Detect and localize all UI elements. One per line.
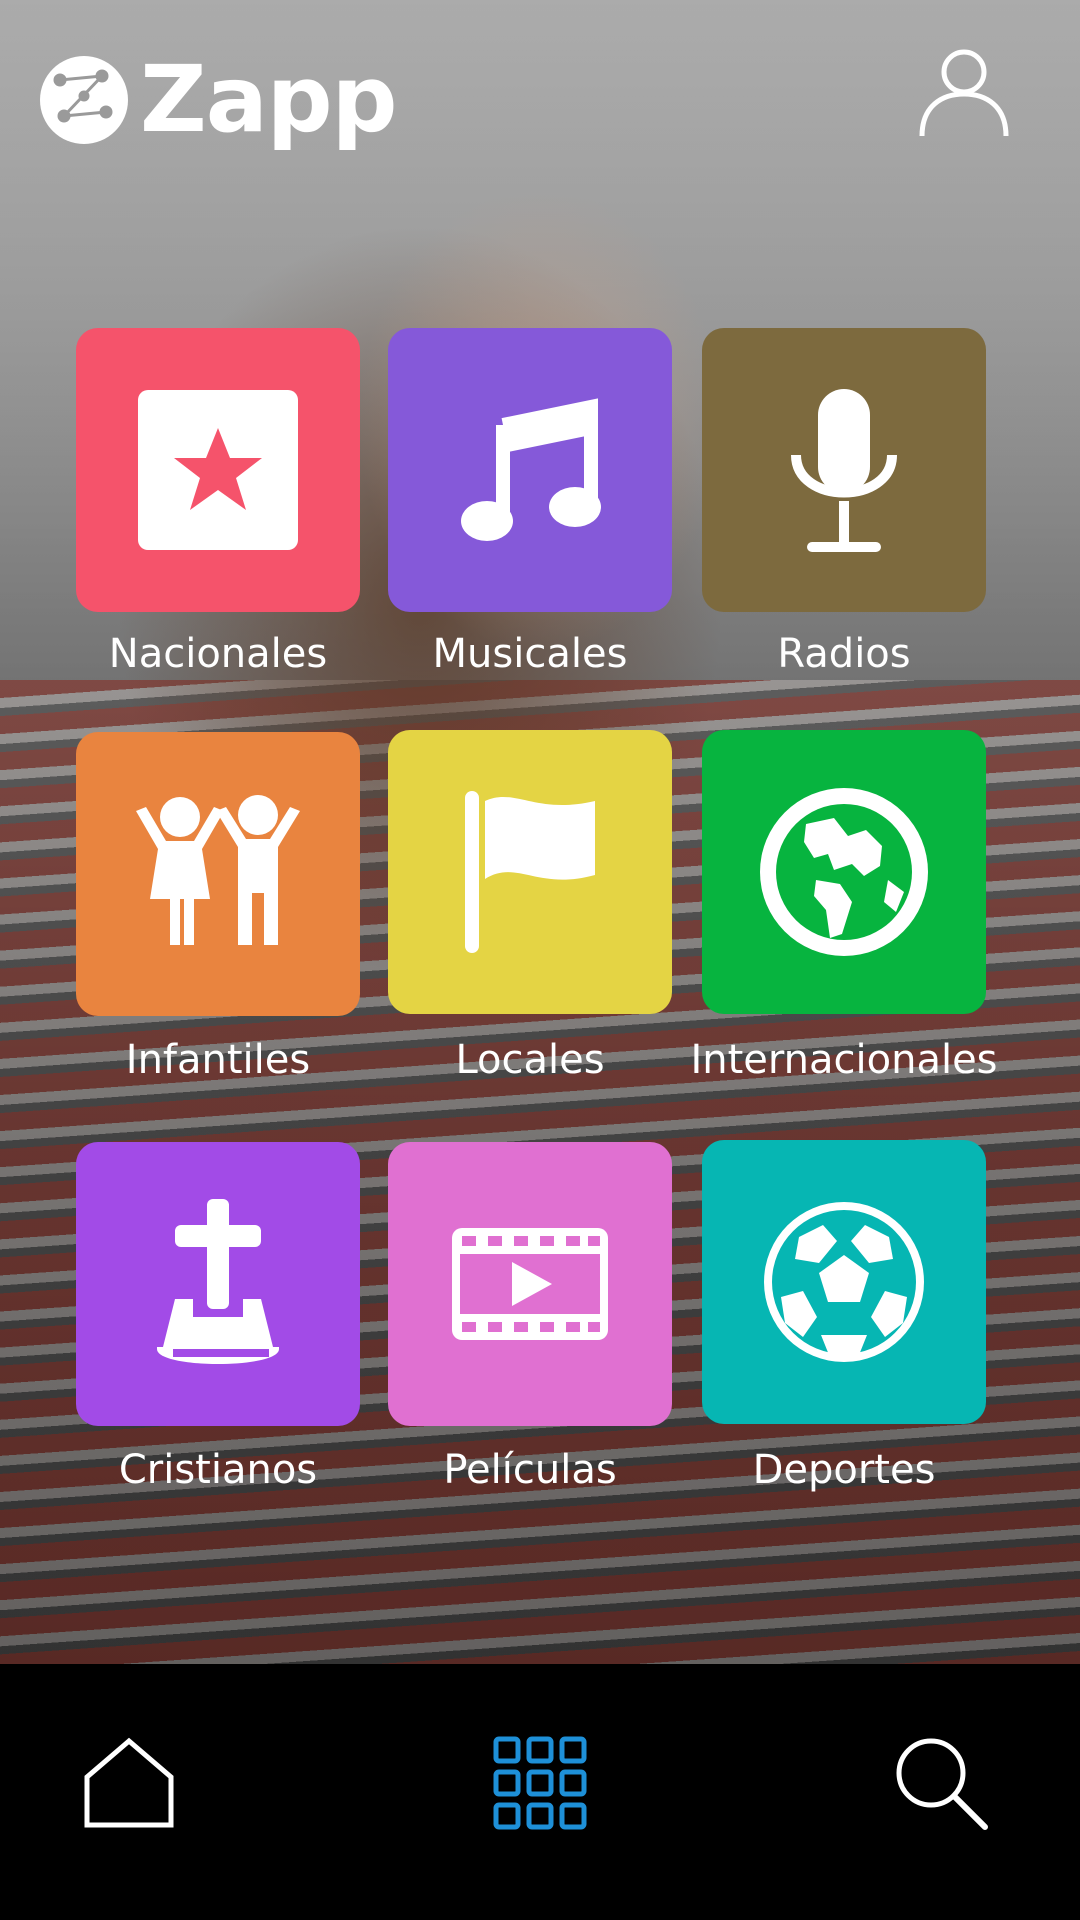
flag-icon: [465, 791, 595, 953]
user-profile-button[interactable]: [916, 44, 1012, 140]
user-icon: [919, 49, 1009, 137]
category-tile-nacionales[interactable]: [76, 328, 360, 612]
app-logo: Zapp: [40, 46, 398, 153]
category-tile-musicales[interactable]: [388, 328, 672, 612]
category-tile-internacionales[interactable]: [702, 730, 986, 1014]
film-icon: [452, 1228, 608, 1340]
category-tile-deportes[interactable]: [702, 1140, 986, 1424]
star-icon: [138, 390, 298, 550]
category-label: Internacionales: [690, 1037, 998, 1083]
category-label: Locales: [455, 1037, 605, 1083]
cross-bible-icon: [157, 1199, 279, 1364]
category-label: Películas: [443, 1447, 617, 1493]
category-tile-infantiles[interactable]: [76, 732, 360, 1016]
nav-home-button[interactable]: [74, 1728, 184, 1838]
category-tile-peliculas[interactable]: [388, 1142, 672, 1426]
category-tile-radios[interactable]: [702, 328, 986, 612]
category-label: Deportes: [752, 1447, 936, 1493]
nav-categories-button[interactable]: [485, 1728, 595, 1838]
music-note-icon: [461, 398, 601, 541]
app-name: Zapp: [140, 46, 398, 153]
soccer-ball-icon: [764, 1202, 924, 1362]
category-label: Cristianos: [118, 1447, 318, 1493]
search-icon: [896, 1738, 988, 1830]
grid-icon: [493, 1736, 587, 1830]
category-tile-cristianos[interactable]: [76, 1142, 360, 1426]
nav-search-button[interactable]: [886, 1728, 996, 1838]
microphone-icon: [791, 389, 897, 552]
category-label: Infantiles: [125, 1037, 311, 1083]
home-icon: [84, 1737, 174, 1828]
globe-icon: [760, 788, 928, 956]
children-icon: [136, 795, 300, 945]
category-label: Musicales: [432, 631, 628, 677]
category-tile-locales[interactable]: [388, 730, 672, 1014]
category-label: Radios: [777, 631, 911, 677]
category-label: Nacionales: [108, 631, 328, 677]
zapp-logo-icon: [40, 56, 128, 144]
bottom-navigation-bar: [0, 1664, 1080, 1920]
